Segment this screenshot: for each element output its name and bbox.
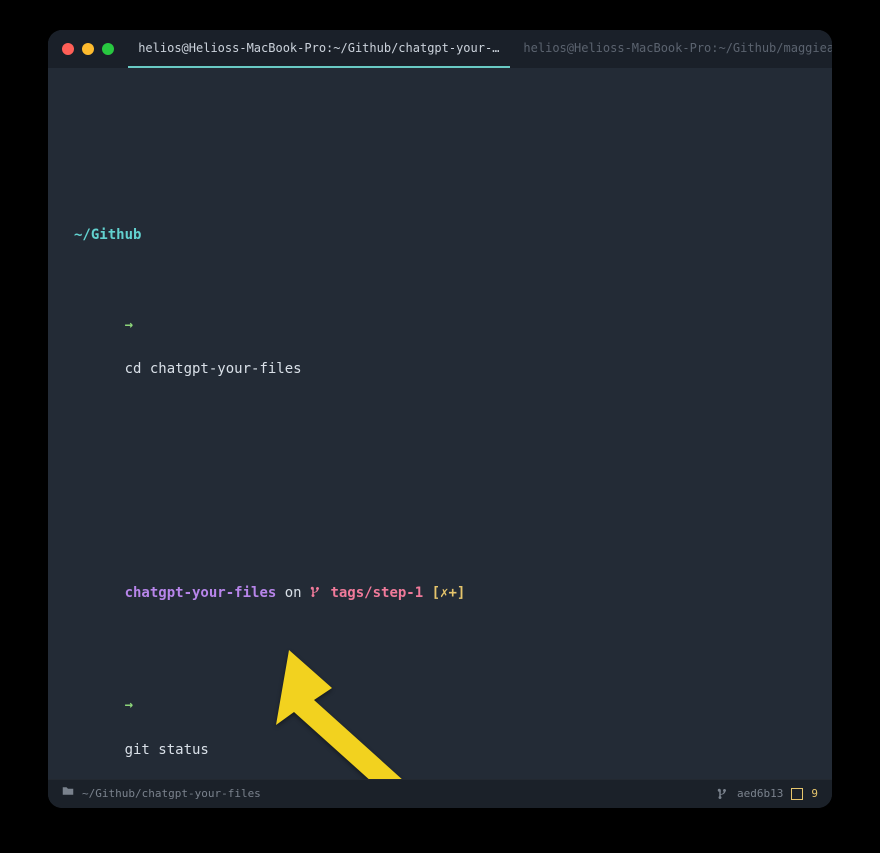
- prompt-arrow-icon: →: [125, 317, 133, 333]
- folder-icon: [62, 785, 74, 803]
- close-icon[interactable]: [62, 43, 74, 55]
- prompt-arrow-icon: →: [125, 697, 133, 713]
- status-count: 9: [811, 785, 818, 803]
- branch-icon: [717, 787, 729, 801]
- prompt-line: chatgpt-your-files on tags/step-1 [✗+]: [74, 559, 806, 626]
- terminal-window: helios@Helioss-MacBook-Pro:~/Github/chat…: [48, 30, 832, 808]
- terminal-body[interactable]: ~/Github → cd chatgpt-your-files chatgpt…: [48, 68, 832, 779]
- zoom-icon[interactable]: [102, 43, 114, 55]
- status-path: ~/Github/chatgpt-your-files: [82, 785, 261, 803]
- prompt-on: on: [276, 585, 310, 601]
- minimize-icon[interactable]: [82, 43, 94, 55]
- tab-active[interactable]: helios@Helioss-MacBook-Pro:~/Github/chat…: [128, 30, 510, 68]
- status-commit: aed6b13: [737, 785, 783, 803]
- tabs: helios@Helioss-MacBook-Pro:~/Github/chat…: [128, 30, 832, 68]
- cwd: ~/Github: [74, 227, 141, 243]
- git-flags: [✗+]: [423, 585, 465, 601]
- window-controls: [48, 30, 128, 68]
- git-ref: tags/step-1: [322, 585, 423, 601]
- repo-name: chatgpt-your-files: [125, 585, 277, 601]
- status-box-icon: [791, 788, 803, 800]
- tab-bar: helios@Helioss-MacBook-Pro:~/Github/chat…: [48, 30, 832, 68]
- status-bar: ~/Github/chatgpt-your-files aed6b13 9: [48, 779, 832, 808]
- branch-icon: [310, 585, 322, 599]
- command-git-status: git status: [125, 742, 209, 758]
- tab-inactive[interactable]: helios@Helioss-MacBook-Pro:~/Github/magg…: [510, 30, 832, 68]
- command-cd: cd chatgpt-your-files: [125, 361, 302, 377]
